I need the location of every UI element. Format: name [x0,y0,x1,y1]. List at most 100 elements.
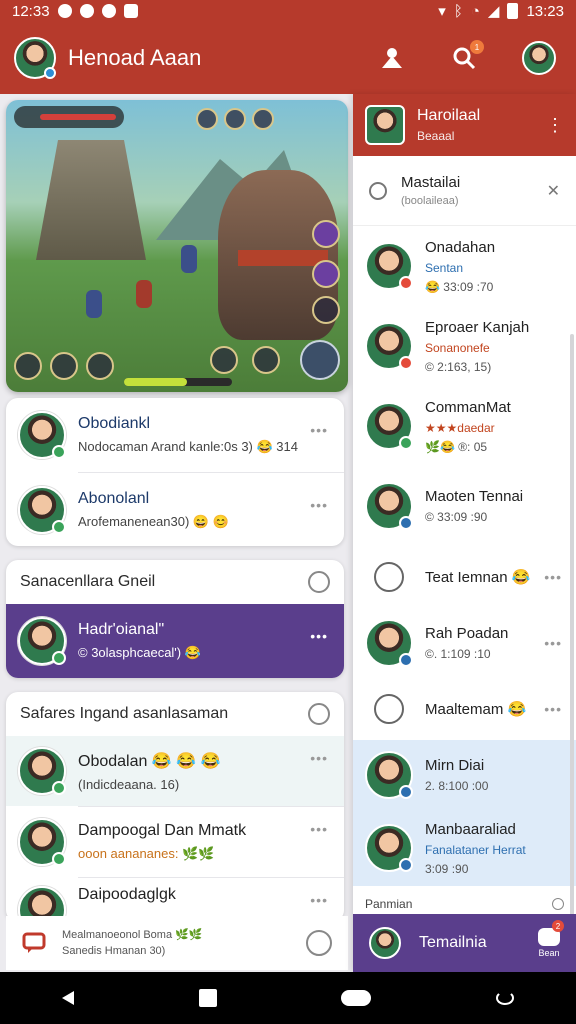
rotate-icon[interactable] [495,991,514,1005]
avatar [18,485,66,534]
strip-line-1: Mealmanoeonol Boma 🌿🌿 [62,928,203,941]
list-item[interactable]: Manbaaraliad Fanalataner Herrat 3:09 :90 [353,810,576,886]
search-icon [369,181,387,200]
game-preview[interactable] [6,100,348,392]
panel-header: Haroilaal Beaaal ⋮ [353,94,576,156]
overview-icon[interactable] [198,989,217,1007]
kebab-menu-icon[interactable]: ⋮ [546,116,564,134]
facebook-icon [101,4,116,18]
game-skill-button[interactable] [312,296,340,324]
list-item[interactable]: Teat Iemnan 😂 ••• [353,546,576,608]
contacts-panel: Haroilaal Beaaal ⋮ Mastailai (boolaileaa… [353,94,576,972]
list-item[interactable]: Onadahan Sentan 😂 33:09 :70 [353,226,576,306]
list-item[interactable]: Obodalan 😂 😂 😂 (Indicdeaana. 16) ••• [6,736,344,806]
game-hud-icon[interactable] [252,108,274,130]
section-title: Sanacenllara Gneil [20,573,156,590]
list-item[interactable]: Eproaer Kanjah Sonanonefe © 2:163, 15) [353,306,576,386]
panel-subtitle: Beaaal [417,129,455,143]
more-icon[interactable]: ••• [310,497,328,513]
section-groups: Safares Ingand asanlasaman Obodalan 😂 😂 … [6,692,344,922]
search-button[interactable]: 1 [450,40,484,72]
contact-time: 😂 33:09 :70 [425,279,494,294]
online-icon [399,436,413,450]
more-icon[interactable]: ••• [310,750,328,766]
game-hero-portrait[interactable] [14,352,42,380]
scrollbar[interactable] [570,334,574,934]
panel-search[interactable]: Mastailai (boolaileaa) ✕ [353,156,576,226]
game-hero-portrait[interactable] [50,352,78,380]
game-hud-icon[interactable] [196,108,218,130]
close-icon[interactable]: ✕ [547,181,560,201]
contact-status: ★★★daedar [425,420,495,435]
section-title: Safares Ingand asanlasaman [20,705,229,722]
avatar [18,747,66,795]
online-icon [52,781,66,795]
more-icon[interactable]: ••• [544,701,562,717]
selected-chat-row[interactable]: Hadr'oianal" © 3olasphcaecal') 😂 ••• [6,604,344,678]
list-item[interactable]: CommanMat ★★★daedar 🌿😂 ®: 05 [353,386,576,466]
list-item[interactable]: Maoten Tennai © 33:09 :90 [353,466,576,546]
game-hero-portrait[interactable] [86,352,114,380]
link-icon[interactable] [308,571,330,593]
avatar [365,482,413,530]
contact-status: Sonanonefe [425,340,490,355]
contact-status: Fanalataner Herrat [425,842,526,857]
avatar [369,927,401,959]
game-unit [181,245,197,273]
more-icon[interactable]: ••• [310,422,328,438]
list-item[interactable]: Obodiankl Nodocaman Arand kanle:0s 3) 😂 … [6,398,344,472]
more-icon[interactable]: ••• [544,569,562,585]
more-icon[interactable]: ••• [544,635,562,651]
contact-name: Maaltemam 😂 [425,701,527,718]
compass-icon[interactable] [308,703,330,725]
more-icon[interactable]: ••• [310,892,328,908]
game-hud-icon[interactable] [224,108,246,130]
contact-name: Hadr'oianal" [78,621,165,638]
avatar [365,322,413,370]
battery-icon [507,3,519,19]
contact-name: Maoten Tennai [425,488,524,505]
game-skill-button[interactable] [312,260,340,288]
avatar[interactable] [365,105,405,145]
contact-time: © 33:09 :90 [425,510,488,524]
people-icon[interactable] [378,44,406,72]
section-header: Sanacenllara Gneil [6,560,344,604]
list-item[interactable]: Maaltemam 😂 ••• [353,678,576,740]
home-icon[interactable] [341,990,372,1006]
cell-signal-icon: ◢ [487,3,500,20]
list-item[interactable]: Rah Poadan ©. 1:109 :10 ••• [353,608,576,678]
status-icon [399,516,413,530]
status-bar: 12:33 ▾ ᛒ ◔ ◢ 13:23 [0,0,576,22]
status-time-right: 13:23 [526,2,564,20]
settings-icon[interactable] [306,930,332,956]
more-icon[interactable]: ••• [310,821,328,837]
game-attack-button[interactable] [300,340,340,380]
game-skill-button[interactable] [210,346,238,374]
contact-name: Abonolanl [78,489,150,507]
panel-bottom-bar[interactable]: Temailnia 2 Bean [353,914,576,972]
notification-icon [57,4,72,18]
profile-avatar[interactable] [14,37,56,79]
gallery-icon [123,4,138,18]
list-item[interactable]: Dampoogal Dan Mmatk ooon aanananes: 🌿🌿 •… [6,807,344,877]
contact-status: Sentan [425,260,464,275]
contact-time: 🌿😂 ®: 05 [425,439,488,454]
action-badge: 2 [552,920,564,932]
action-label: Bean [538,948,560,958]
game-skill-button[interactable] [252,346,280,374]
message-icon [22,932,46,953]
emoji-icon [374,694,404,724]
back-icon[interactable] [62,991,75,1005]
footer-label: Panmian [365,897,413,911]
list-item[interactable]: Mirn Diai 2. 8:100 :00 [353,740,576,810]
list-item[interactable]: Abonolanl Arofemanenean30) 😄 😊 ••• [6,473,344,546]
game-skill-button[interactable] [312,220,340,248]
avatar [365,619,413,667]
info-icon[interactable] [552,898,564,910]
search-badge: 1 [470,40,484,54]
avatar [365,402,413,450]
more-icon[interactable]: ••• [310,628,328,644]
account-avatar[interactable] [522,41,556,75]
chat-action-button[interactable]: 2 Bean [538,920,564,958]
list-item[interactable]: Daipoodaglgk ••• [6,878,344,922]
